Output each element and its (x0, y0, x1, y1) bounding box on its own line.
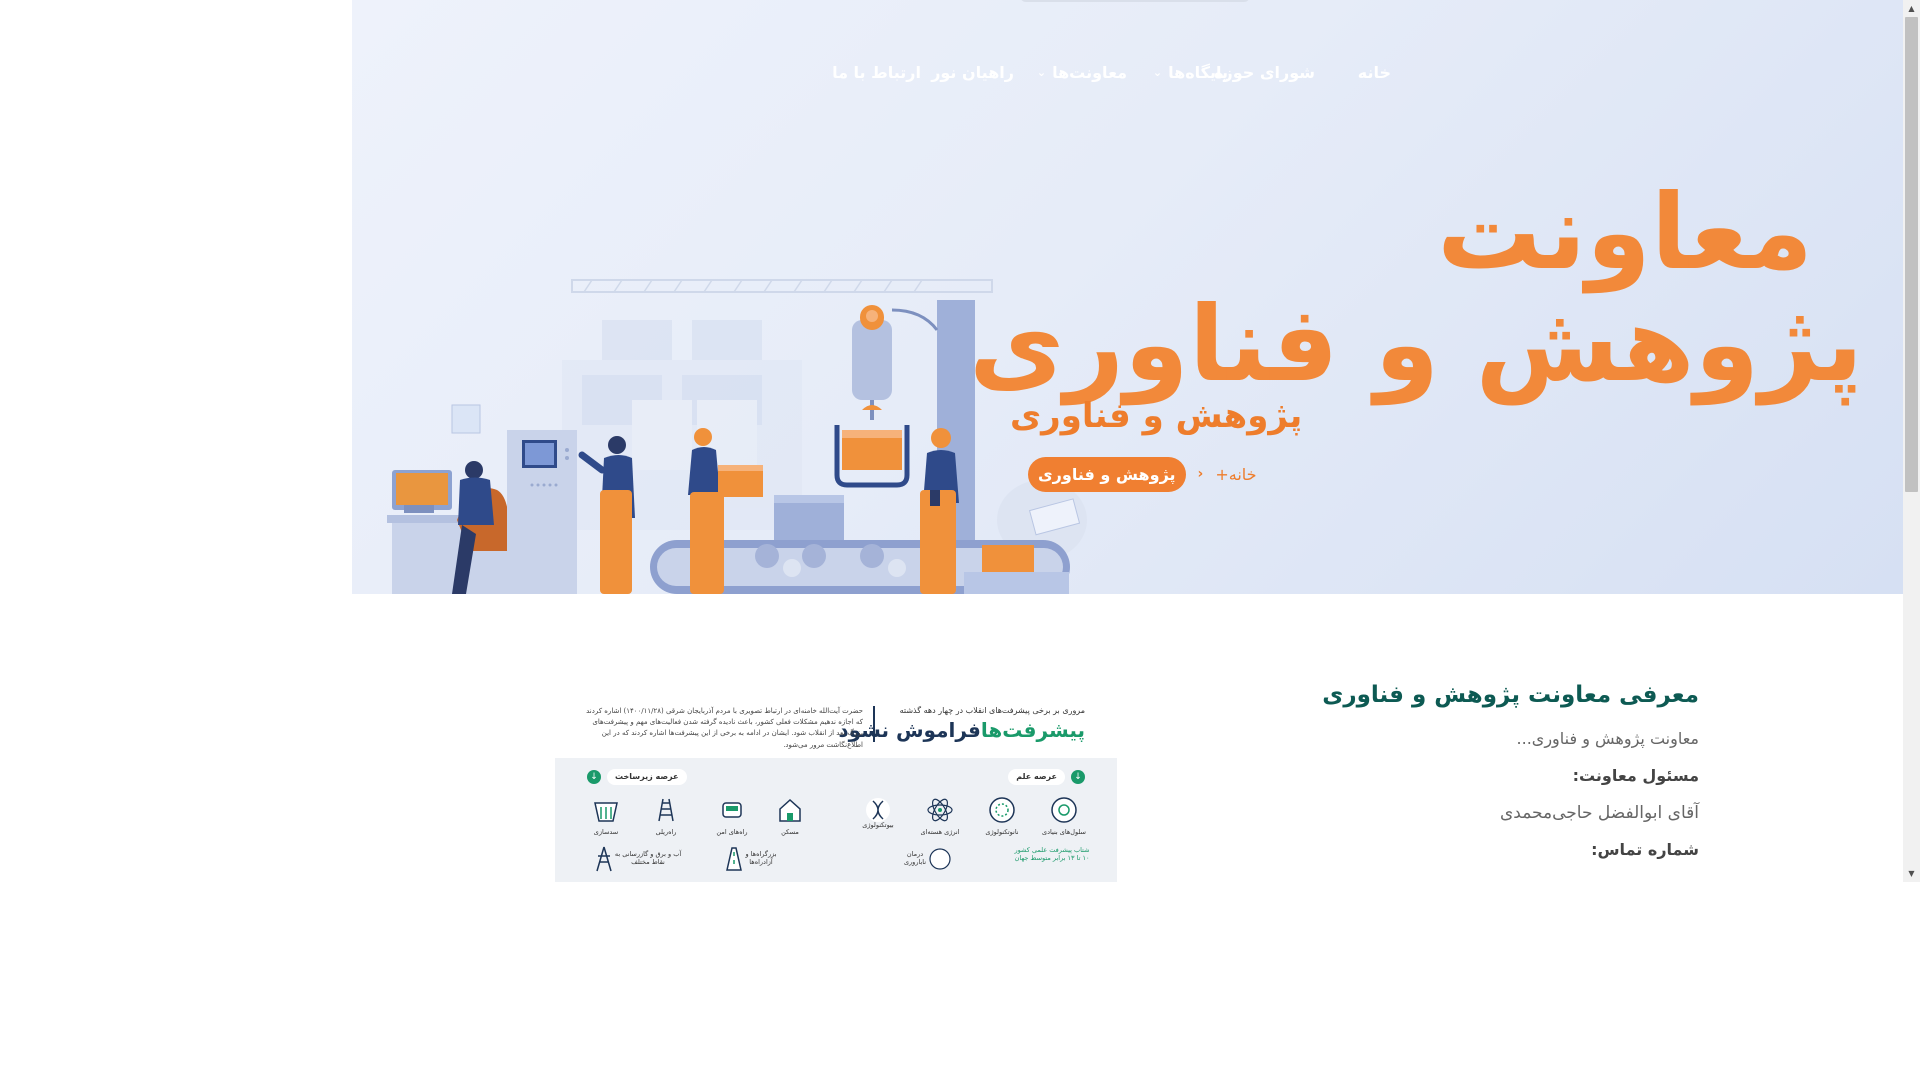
stem-cell-icon (1051, 797, 1077, 823)
infra-item-label: سدسازی (593, 828, 619, 836)
section-tag-infra: عرصه زیرساخت (607, 769, 687, 785)
science-item-label: درمان ناباروری (903, 850, 927, 866)
nav-item-deputies[interactable]: معاونت‌ها ⌄ (1037, 63, 1127, 82)
poster-header: مروری بر برخی پیشرفت‌های انقلاب در چهار … (555, 688, 1117, 758)
nav-item-label: پایگاه‌ها (1168, 63, 1228, 82)
chevron-down-icon: ⌄ (1152, 66, 1163, 79)
infographic-poster[interactable]: مروری بر برخی پیشرفت‌های انقلاب در چهار … (555, 688, 1117, 882)
scroll-up-arrow-icon[interactable]: ▲ (1903, 0, 1920, 17)
nav-item-bases[interactable]: پایگاه‌ها ⌄ (1153, 63, 1228, 82)
infra-item-label: مسکن (781, 828, 799, 836)
breadcrumb-home-label: خانه (1228, 464, 1257, 484)
infra-item-label: بزرگراه‌ها و آزادراه‌ها (745, 850, 777, 866)
main-nav: خانه شورای حوزه پایگاه‌ها ⌄ معاونت‌ها ⌄ … (352, 63, 1903, 91)
nav-item-label: راهیان نور (931, 63, 1014, 82)
scrollbar-thumb[interactable] (1905, 17, 1918, 492)
atom-icon (927, 798, 953, 822)
house-icon (779, 798, 801, 822)
chevron-left-icon: ‹ (1197, 466, 1204, 482)
science-item-label: بیوتکنولوژی (862, 821, 894, 829)
infra-item-label: آب و برق و گازرسانی به نقاط مختلف (614, 850, 682, 866)
nav-item-contact[interactable]: ارتباط با ما (832, 63, 921, 82)
poster-kicker: مروری بر برخی پیشرفت‌های انقلاب در چهار … (899, 706, 1085, 715)
breadcrumb-home-plus: + (1215, 464, 1229, 484)
arrow-down-icon: ↓ (587, 770, 601, 784)
breadcrumb-current: پژوهش و فناوری (1028, 456, 1186, 492)
poster-title: پیشرفت‌هافراموش نشود (838, 718, 1085, 742)
scroll-down-arrow-icon[interactable]: ▼ (1903, 865, 1920, 882)
poster-title-green: پیشرفت‌ها (980, 718, 1085, 742)
top-handle (1020, 0, 1250, 2)
hero-big-title-line2: پژوهش و فناوری (968, 283, 1863, 405)
manager-label: مسئول معاونت: (1572, 766, 1699, 785)
hero-big-title-line1: معاونت (1437, 171, 1813, 293)
science-item-label: سلول‌های بنیادی (1042, 828, 1086, 836)
nav-item-council[interactable]: شورای حوزه (1214, 63, 1315, 82)
nav-item-label: معاونت‌ها (1052, 63, 1127, 82)
nav-item-home[interactable]: خانه (1358, 63, 1391, 82)
intro-text: معاونت پژوهش و فناوری... (1516, 729, 1699, 748)
page-title: پژوهش و فناوری (1010, 396, 1303, 436)
science-item-label: نانوتکنولوژی (985, 828, 1019, 836)
hero-big-title: معاونت پژوهش و فناوری (969, 180, 1863, 396)
railway-icon (658, 798, 674, 822)
manager-name: آقای ابوالفضل حاجی‌محمدی (1499, 803, 1699, 823)
science-item-label: انرژی هسته‌ای (920, 828, 960, 836)
poster-divider (873, 706, 875, 742)
arrow-down-icon: ↓ (1071, 770, 1085, 784)
section-title: معرفی معاونت پژوهش و فناوری (1322, 682, 1699, 708)
vertical-scrollbar[interactable]: ▲ ▼ (1903, 0, 1920, 882)
dam-icon (594, 802, 618, 822)
poster-body: ↓ عرصه علم ↓ عرصه زیرساخت سلول‌های بنیاد… (555, 758, 1117, 882)
nav-item-label: شورای حوزه (1214, 63, 1315, 82)
breadcrumb-home-link[interactable]: خانه+ (1215, 465, 1256, 484)
infra-item-label: راه‌ریلی (655, 828, 677, 836)
science-note: شتاب پیشرفت علمی کشور ۱۰ تا ۱۳ برابر متو… (1007, 846, 1097, 862)
nav-item-label: خانه (1357, 63, 1391, 82)
train-icon (722, 802, 742, 818)
nano-icon (989, 797, 1015, 823)
hero-section: خانه شورای حوزه پایگاه‌ها ⌄ معاونت‌ها ⌄ … (352, 0, 1903, 594)
chevron-down-icon: ⌄ (1036, 66, 1047, 79)
poster-description: حضرت آیت‌الله خامنه‌ای در ارتباط تصویری … (586, 707, 863, 749)
infra-item-label: راه‌های امن (716, 828, 748, 836)
science-note-line1: شتاب پیشرفت علمی کشور (1014, 846, 1090, 854)
breadcrumb: خانه+ ‹ پژوهش و فناوری (1028, 455, 1257, 493)
section-tag-science: عرصه علم (1008, 769, 1065, 785)
nav-item-label: ارتباط با ما (832, 63, 921, 82)
science-note-line2: ۱۰ تا ۱۳ برابر متوسط جهان (1014, 854, 1090, 862)
nav-item-rahian-noor[interactable]: راهیان نور (931, 63, 1014, 82)
phone-label: شماره تماس: (1591, 840, 1699, 859)
